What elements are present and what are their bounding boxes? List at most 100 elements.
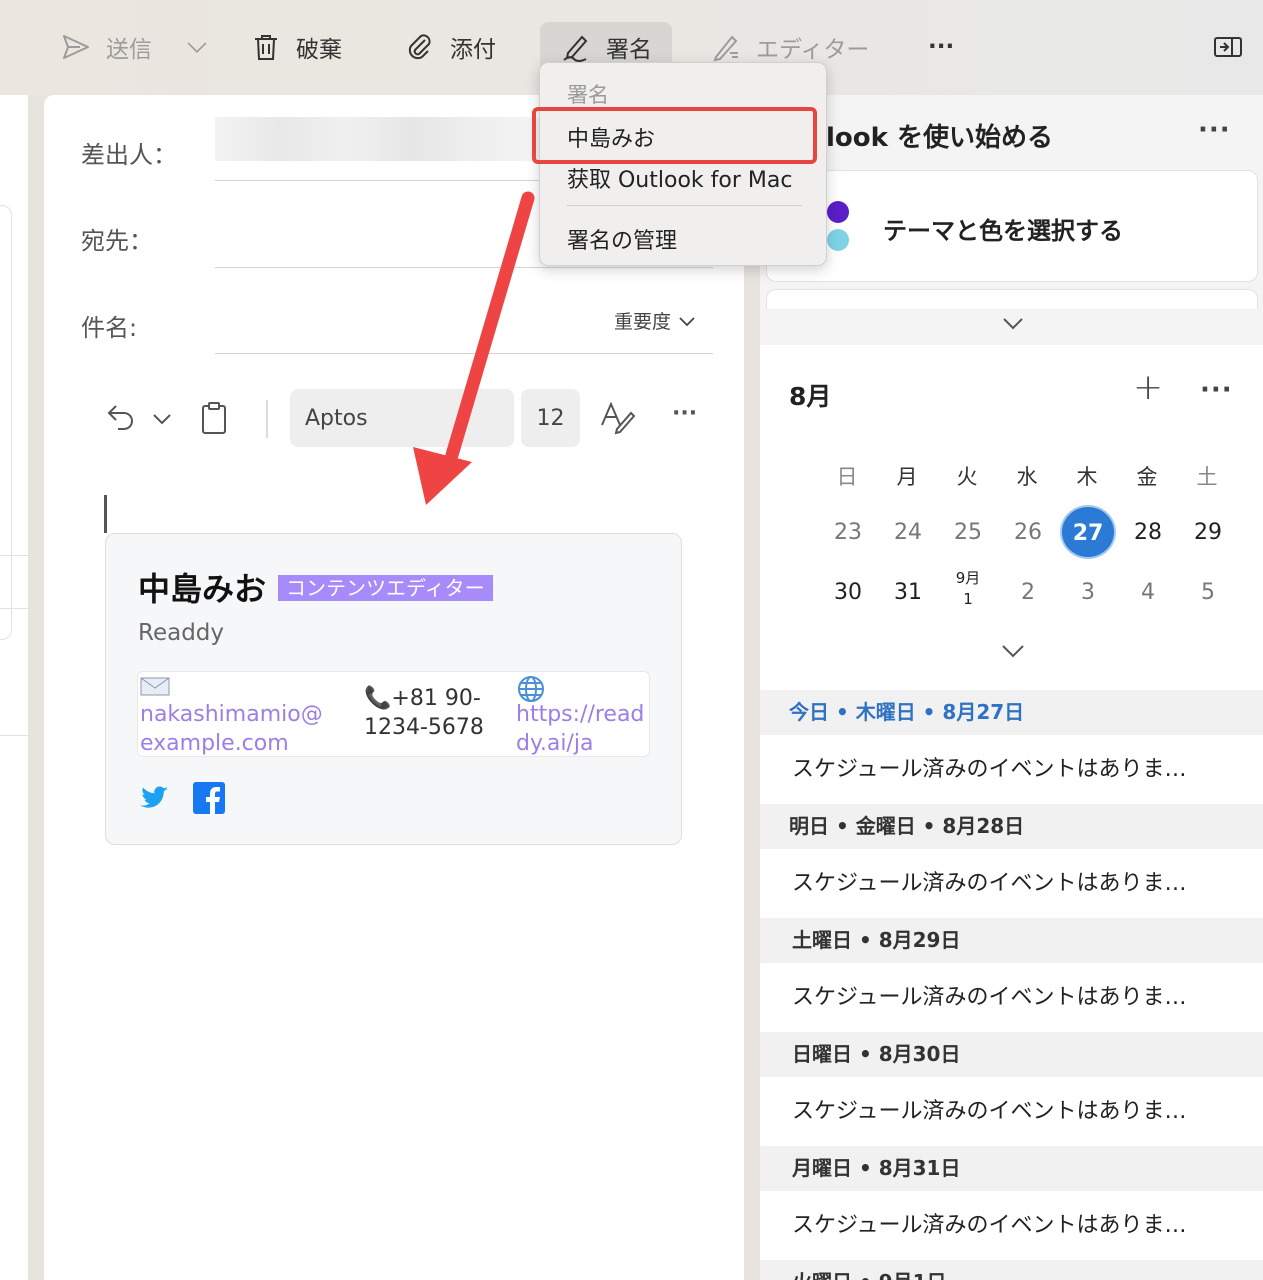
discard-button[interactable]: 破棄 xyxy=(250,22,342,72)
undo-icon[interactable] xyxy=(104,400,138,434)
theme-color-purple xyxy=(827,201,849,223)
agenda-item[interactable]: スケジュール済みのイベントはありま… xyxy=(760,1191,1263,1260)
add-event-button[interactable]: + xyxy=(1133,367,1163,408)
send-button[interactable]: 送信 xyxy=(60,22,152,72)
signature-dropdown-menu: 署名 中島みお 获取 Outlook for Mac 署名の管理 xyxy=(539,62,827,266)
divider xyxy=(0,735,28,736)
font-name-select[interactable]: Aptos xyxy=(290,389,514,447)
email-line1: nakashimamio@ xyxy=(140,702,323,727)
web-line2: dy.ai/ja xyxy=(516,731,594,756)
getting-started-more-button[interactable]: ··· xyxy=(1198,115,1231,145)
menu-item-manage-signatures[interactable]: 署名の管理 xyxy=(567,223,677,255)
send-label: 送信 xyxy=(106,37,152,63)
phone-icon: 📞 xyxy=(364,686,392,711)
calendar-day[interactable]: 31 xyxy=(882,580,934,605)
chevron-down-icon[interactable] xyxy=(1000,641,1026,661)
subject-field[interactable] xyxy=(215,353,713,354)
more-icon: ··· xyxy=(928,34,955,60)
dropdown-header: 署名 xyxy=(567,83,609,107)
chevron-down-icon xyxy=(679,316,695,326)
agenda-day-header: 土曜日 • 8月29日 xyxy=(760,918,1263,963)
editor-pen-icon xyxy=(713,35,738,62)
send-options-chevron[interactable] xyxy=(184,22,224,72)
from-field[interactable] xyxy=(215,117,545,161)
font-size-select[interactable]: 12 xyxy=(521,389,580,447)
calendar-day[interactable]: 29 xyxy=(1182,520,1234,545)
signature-phone: 📞+81 90- 1234-5678 xyxy=(364,684,504,742)
weekday-mon: 月 xyxy=(896,465,918,489)
signature-website[interactable]: https://read dy.ai/ja xyxy=(516,700,646,758)
discard-label: 破棄 xyxy=(296,37,342,63)
calendar-day[interactable]: 28 xyxy=(1122,520,1174,545)
agenda-item[interactable]: スケジュール済みのイベントはありま… xyxy=(760,849,1263,918)
agenda-day-header: 月曜日 • 8月31日 xyxy=(760,1146,1263,1191)
agenda-day-header: 火曜日 • 9月1日 xyxy=(760,1260,1263,1280)
popout-button[interactable] xyxy=(1212,22,1258,72)
calendar-day[interactable]: 30 xyxy=(822,580,874,605)
paperclip-icon xyxy=(408,34,431,60)
weekday-wed: 水 xyxy=(1016,465,1038,489)
attach-button[interactable]: 添付 xyxy=(404,22,496,72)
signature-role: コンテンツエディター xyxy=(278,575,493,601)
agenda-item[interactable]: スケジュール済みのイベントはありま… xyxy=(760,735,1263,804)
chevron-down-icon[interactable] xyxy=(1001,313,1025,333)
list-card-edge xyxy=(0,205,12,640)
agenda-day-header: 今日 • 木曜日 • 8月27日 xyxy=(760,690,1263,735)
agenda-item[interactable]: スケジュール済みのイベントはありま… xyxy=(760,963,1263,1032)
signature-company: Readdy xyxy=(138,620,225,646)
calendar-month: 8月 xyxy=(789,382,832,411)
chevron-down-icon[interactable] xyxy=(151,408,173,430)
editor-label: エディター xyxy=(756,37,870,63)
signature-name: 中島みお xyxy=(138,570,267,608)
facebook-icon[interactable] xyxy=(192,781,226,815)
calendar-day[interactable]: 9月 1 xyxy=(942,568,994,610)
calendar: 8月 + ··· 日 月 火 水 木 金 土 23 24 25 26 27 28… xyxy=(760,345,1263,690)
text-style-icon[interactable] xyxy=(599,399,635,435)
envelope-icon xyxy=(140,677,170,696)
to-label: 宛先： xyxy=(81,227,153,255)
phone-line1: +81 90- xyxy=(391,686,481,711)
calendar-day[interactable]: 4 xyxy=(1122,580,1174,605)
divider xyxy=(567,205,802,206)
theme-card[interactable]: テーマと色を選択する xyxy=(766,170,1258,282)
calendar-day[interactable]: 26 xyxy=(1002,520,1054,545)
to-field[interactable] xyxy=(215,267,713,268)
next-card-edge xyxy=(766,289,1258,309)
divider xyxy=(0,555,28,556)
agenda-day-header: 明日 • 金曜日 • 8月28日 xyxy=(760,804,1263,849)
calendar-day[interactable]: 2 xyxy=(1002,580,1054,605)
twitter-icon[interactable] xyxy=(137,781,171,815)
format-more-button[interactable]: ··· xyxy=(672,401,697,426)
subject-label: 件名: xyxy=(81,314,138,342)
calendar-day-today[interactable]: 27 xyxy=(1060,505,1116,559)
importance-dropdown[interactable]: 重要度 xyxy=(614,307,697,334)
trash-icon xyxy=(255,35,277,60)
weekday-thu: 木 xyxy=(1076,465,1098,489)
calendar-day[interactable]: 25 xyxy=(942,520,994,545)
calendar-day[interactable]: 3 xyxy=(1062,580,1114,605)
calendar-day[interactable]: 23 xyxy=(822,520,874,545)
signature-label: 署名 xyxy=(606,37,652,63)
menu-item-get-outlook-mac[interactable]: 获取 Outlook for Mac xyxy=(567,162,792,194)
calendar-more-button[interactable]: ··· xyxy=(1200,375,1233,405)
getting-started-title: look を使い始める xyxy=(826,123,1053,153)
from-label: 差出人： xyxy=(81,141,177,169)
theme-color-cyan xyxy=(827,229,849,251)
weekday-tue: 火 xyxy=(956,465,978,489)
highlight-box xyxy=(532,107,817,164)
attach-label: 添付 xyxy=(450,37,496,63)
signature-email[interactable]: nakashimamio@ example.com xyxy=(140,700,360,758)
agenda-day-header: 日曜日 • 8月30日 xyxy=(760,1032,1263,1077)
calendar-day[interactable]: 5 xyxy=(1182,580,1234,605)
clipboard-icon[interactable] xyxy=(199,400,229,436)
message-list-edge xyxy=(0,95,28,1280)
email-line2: example.com xyxy=(140,731,289,756)
text-cursor xyxy=(104,495,107,533)
more-button[interactable]: ··· xyxy=(928,22,954,72)
signature-block[interactable]: 中島みお コンテンツエディター Readdy nakashimamio@ exa… xyxy=(105,533,682,845)
web-line1: https://read xyxy=(516,702,645,727)
signature-contacts: nakashimamio@ example.com 📞+81 90- 1234-… xyxy=(137,671,650,757)
compose-pane: 差出人： 宛先： 件名: 重要度 Aptos 12 ··· 中島みお コンテンツ… xyxy=(44,95,744,1280)
calendar-day[interactable]: 24 xyxy=(882,520,934,545)
agenda-item[interactable]: スケジュール済みのイベントはありま… xyxy=(760,1077,1263,1146)
